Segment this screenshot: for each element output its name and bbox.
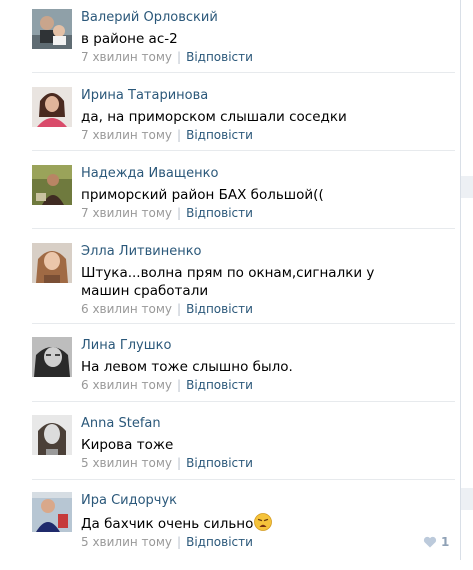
avatar[interactable] [32,243,72,283]
comment-author-link[interactable]: Anna Stefan [81,416,161,432]
comment-author-link[interactable]: Лина Глушко [81,338,171,354]
reply-link[interactable]: Відповісти [186,128,253,142]
comment-item: Валерий Орловский в районе ас-2 7 хвилин… [0,9,455,87]
avatar[interactable] [32,165,72,205]
comment-author-link[interactable]: Ирина Татаринова [81,88,208,104]
avatar[interactable] [32,415,72,455]
comment-author-link[interactable]: Надежда Иващенко [81,166,218,182]
reply-link[interactable]: Відповісти [186,50,253,64]
reply-link[interactable]: Відповісти [186,456,253,470]
reply-link[interactable]: Відповісти [186,302,253,316]
divider [32,479,455,480]
divider [32,401,455,402]
comment-text: Кирова тоже [81,437,174,453]
meta-separator: | [177,378,182,392]
comments-page: Валерий Орловский в районе ас-2 7 хвилин… [0,0,473,560]
reply-link[interactable]: Відповісти [186,378,253,392]
comment-meta: 5 хвилин тому | Відповісти [81,535,253,549]
comment-time[interactable]: 5 хвилин тому [81,456,172,470]
scrollbar-thumb[interactable] [461,176,473,198]
divider [32,323,455,324]
divider [32,72,455,73]
meta-separator: | [177,128,182,142]
like-button[interactable]: 1 [423,534,449,550]
reply-link[interactable]: Відповісти [186,535,253,549]
comment-time[interactable]: 6 хвилин тому [81,378,172,392]
comment-item: Лина Глушко На левом тоже слышно было. 6… [0,337,455,415]
meta-separator: | [177,535,182,549]
scrollbar-thumb[interactable] [461,488,473,510]
comment-time[interactable]: 7 хвилин тому [81,206,172,220]
weary-face-emoji [254,513,273,536]
comment-meta: 6 хвилин тому | Відповісти [81,378,253,392]
comment-meta: 6 хвилин тому | Відповісти [81,302,253,316]
comment-item: Ира Сидорчук Да бахчик очень сильно 5 хв… [0,492,455,570]
comment-item: Надежда Иващенко приморский район БАХ бо… [0,165,455,243]
meta-separator: | [177,302,182,316]
avatar[interactable] [32,9,72,49]
divider [32,228,455,229]
comment-text: да, на приморском слышали соседки [81,109,347,125]
comment-meta: 7 хвилин тому | Відповісти [81,206,253,220]
comment-text: в районе ас-2 [81,31,178,47]
comment-author-link[interactable]: Ира Сидорчук [81,493,177,509]
comment-author-link[interactable]: Валерий Орловский [81,10,218,26]
reply-link[interactable]: Відповісти [186,206,253,220]
comment-item: Элла Литвиненко Штука...волна прям по ок… [0,243,455,329]
heart-icon [423,536,437,548]
comment-time[interactable]: 5 хвилин тому [81,535,172,549]
comment-text: На левом тоже слышно было. [81,359,293,375]
avatar[interactable] [32,87,72,127]
meta-separator: | [177,456,182,470]
meta-separator: | [177,206,182,220]
comment-text: приморский район БАХ большой(( [81,187,324,203]
comment-text: Штука...волна прям по окнам,сигналки у м… [81,265,375,299]
comment-text-content: Да бахчик очень сильно [81,516,254,532]
comment-text: Да бахчик очень сильно [81,513,421,536]
comment-item: Anna Stefan Кирова тоже 5 хвилин тому | Ві… [0,415,455,493]
comment-time[interactable]: 7 хвилин тому [81,50,172,64]
comment-meta: 7 хвилин тому | Відповісти [81,50,253,64]
comment-item: Ирина Татаринова да, на приморском слыша… [0,87,455,165]
comment-meta: 7 хвилин тому | Відповісти [81,128,253,142]
comment-time[interactable]: 6 хвилин тому [81,302,172,316]
comment-time[interactable]: 7 хвилин тому [81,128,172,142]
comment-meta: 5 хвилин тому | Відповісти [81,456,253,470]
avatar[interactable] [32,337,72,377]
like-count: 1 [441,535,450,549]
comment-author-link[interactable]: Элла Литвиненко [81,244,202,260]
meta-separator: | [177,50,182,64]
scrollbar-track[interactable] [460,0,473,560]
avatar[interactable] [32,492,72,532]
divider [32,150,455,151]
